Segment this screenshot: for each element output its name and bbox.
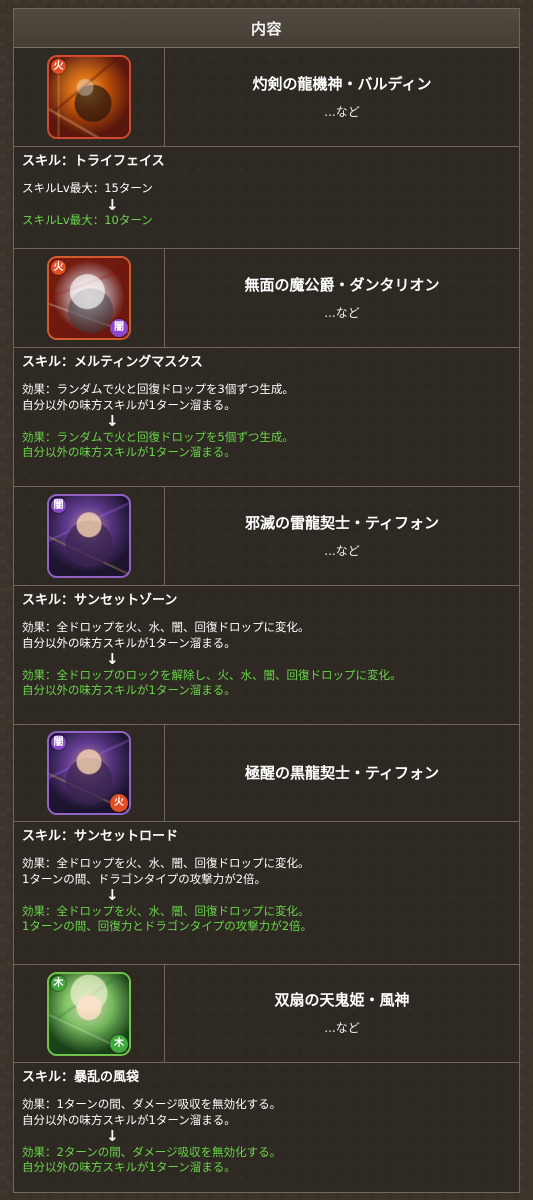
before-line: 1ターンの間、ドラゴンタイプの攻撃力が2倍。 — [22, 871, 267, 886]
skill-description-cell: スキル：メルティングマスクス 効果：ランダムで火と回復ドロップを3個ずつ生成。 … — [14, 348, 519, 486]
monster-row: 闇 火 極醒の黒龍契士・ティフォン — [14, 725, 519, 822]
before-line: 効果：全ドロップを火、水、闇、回復ドロップに変化。 — [22, 620, 310, 635]
monster-name: 邪滅の雷龍契士・ティフォン — [244, 513, 440, 532]
dark-attribute-icon: 闇 — [51, 498, 66, 513]
table-row: 闇 火 極醒の黒龍契士・ティフォン スキル：サンセットロード 効果：全ドロップを… — [14, 725, 519, 965]
skill-name: スキル：サンセットロード — [22, 829, 179, 844]
more-note: ...など — [324, 305, 360, 320]
monster-name: 双扇の天鬼姫・風神 — [274, 991, 410, 1009]
table-header-title: 内容 — [250, 19, 282, 38]
monster-icon-cell: 火 闇 — [14, 249, 165, 347]
monster-row: 火 闇 無面の魔公爵・ダンタリオン ...など — [14, 249, 519, 348]
after-line: 1ターンの間、回復力とドラゴンタイプの攻撃力が2倍。 — [22, 919, 313, 934]
monster-portrait-icon: 木 木 — [47, 971, 131, 1056]
change-arrow: ↓ — [106, 1127, 119, 1146]
before-line: 効果：全ドロップを火、水、闇、回復ドロップに変化。 — [22, 856, 310, 871]
before-line: 自分以外の味方スキルが1ターン溜まる。 — [22, 397, 236, 412]
change-arrow: ↓ — [106, 886, 119, 905]
content-table: 内容 火 灼剣の龍機神・バルディン ...など スキル：トライフェイス スキルL… — [13, 8, 520, 1193]
wood-attribute-icon: 木 — [51, 975, 66, 991]
monster-portrait-icon: 火 — [47, 55, 131, 139]
skill-name: スキル：メルティングマスクス — [22, 355, 203, 370]
after-line: 効果：ランダムで火と回復ドロップを5個ずつ生成。 — [22, 429, 294, 444]
change-arrow: ↓ — [106, 650, 119, 669]
wood-attribute-icon: 木 — [110, 1034, 128, 1053]
after-line: 効果：全ドロップのロックを解除し、火、水、闇、回復ドロップに変化。 — [22, 667, 402, 682]
table-row: 闇 邪滅の雷龍契士・ティフォン ...など スキル：サンセットゾーン 効果：全ド… — [14, 487, 519, 725]
dark-attribute-icon: 闇 — [51, 735, 66, 750]
more-note: ...など — [324, 1021, 360, 1035]
monster-name-cell: 灼剣の龍機神・バルディン ...など — [165, 48, 519, 146]
monster-row: 木 木 双扇の天鬼姫・風神 ...など — [14, 965, 519, 1063]
monster-name: 無面の魔公爵・ダンタリオン — [244, 275, 440, 294]
table-row: 木 木 双扇の天鬼姫・風神 ...など スキル：暴乱の風袋 効果：1ターンの間、… — [14, 965, 519, 1192]
skill-description-cell: スキル：暴乱の風袋 効果：1ターンの間、ダメージ吸収を無効化する。 自分以外の味… — [14, 1063, 519, 1192]
monster-name-cell: 双扇の天鬼姫・風神 ...など — [165, 965, 519, 1062]
after-line: 自分以外の味方スキルが1ターン溜まる。 — [22, 445, 236, 460]
monster-name-cell: 無面の魔公爵・ダンタリオン ...など — [165, 249, 519, 347]
monster-portrait-icon: 闇 火 — [47, 731, 131, 815]
after-line: 自分以外の味方スキルが1ターン溜まる。 — [22, 1160, 236, 1175]
skill-description-cell: スキル：トライフェイス スキルLv最大：15ターン ↓ スキルLv最大：10ター… — [14, 147, 519, 248]
change-arrow: ↓ — [106, 412, 119, 431]
monster-portrait-icon: 闇 — [47, 494, 131, 578]
before-line: 効果：1ターンの間、ダメージ吸収を無効化する。 — [22, 1097, 282, 1112]
before-line: スキルLv最大：15ターン — [22, 181, 153, 196]
after-line: 効果：全ドロップを火、水、闇、回復ドロップに変化。 — [22, 903, 310, 918]
more-note: ...など — [324, 543, 360, 558]
after-line: 自分以外の味方スキルが1ターン溜まる。 — [22, 683, 236, 698]
before-line: 自分以外の味方スキルが1ターン溜まる。 — [22, 1112, 236, 1127]
monster-icon-cell: 木 木 — [14, 965, 165, 1062]
skill-name: スキル：サンセットゾーン — [22, 593, 178, 608]
dark-attribute-icon: 闇 — [110, 319, 128, 337]
table-header: 内容 — [14, 9, 519, 48]
before-line: 自分以外の味方スキルが1ターン溜まる。 — [22, 635, 236, 650]
skill-name: スキル：トライフェイス — [22, 154, 165, 169]
change-arrow: ↓ — [106, 195, 119, 214]
fire-attribute-icon: 火 — [51, 59, 66, 74]
after-line: 効果：2ターンの間、ダメージ吸収を無効化する。 — [22, 1144, 282, 1159]
monster-name-cell: 極醒の黒龍契士・ティフォン — [165, 725, 519, 821]
fire-attribute-icon: 火 — [51, 260, 66, 275]
before-line: 効果：ランダムで火と回復ドロップを3個ずつ生成。 — [22, 382, 294, 397]
monster-icon-cell: 火 — [14, 48, 165, 146]
table-row: 火 闇 無面の魔公爵・ダンタリオン ...など スキル：メルティングマスクス 効… — [14, 249, 519, 487]
monster-icon-cell: 闇 — [14, 487, 165, 585]
after-line: スキルLv最大：10ターン — [22, 213, 153, 228]
monster-icon-cell: 闇 火 — [14, 725, 165, 821]
skill-description-cell: スキル：サンセットゾーン 効果：全ドロップを火、水、闇、回復ドロップに変化。 自… — [14, 586, 519, 724]
skill-description-cell: スキル：サンセットロード 効果：全ドロップを火、水、闇、回復ドロップに変化。 1… — [14, 822, 519, 964]
monster-name: 灼剣の龍機神・バルディン — [252, 74, 432, 93]
monster-name-cell: 邪滅の雷龍契士・ティフォン ...など — [165, 487, 519, 585]
monster-name: 極醒の黒龍契士・ティフォン — [244, 764, 440, 782]
monster-row: 火 灼剣の龍機神・バルディン ...など — [14, 48, 519, 147]
fire-attribute-icon: 火 — [110, 794, 128, 812]
more-note: ...など — [324, 104, 360, 119]
table-row: 火 灼剣の龍機神・バルディン ...など スキル：トライフェイス スキルLv最大… — [14, 48, 519, 249]
skill-name: スキル：暴乱の風袋 — [22, 1070, 140, 1085]
monster-row: 闇 邪滅の雷龍契士・ティフォン ...など — [14, 487, 519, 586]
monster-portrait-icon: 火 闇 — [47, 256, 131, 340]
